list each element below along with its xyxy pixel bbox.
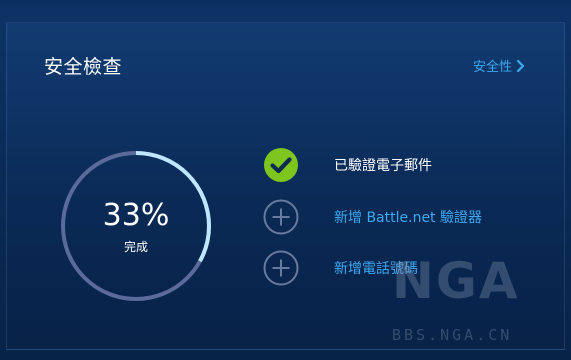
security-link-label: 安全性 (472, 60, 512, 75)
security-settings-link[interactable]: 安全性 (473, 56, 525, 75)
chevron-right-icon (516, 59, 525, 72)
checklist-item-email-verified: 已驗證電子郵件 (263, 147, 432, 183)
checklist-item-add-authenticator[interactable]: 新增 Battle.net 驗證器 (263, 199, 482, 235)
checklist-item-label: 已驗證電子郵件 (334, 158, 432, 174)
plus-circle-icon (263, 199, 299, 235)
completion-progress-ring: 33% 完成 (60, 150, 212, 302)
completion-percent: 33% (102, 198, 170, 233)
security-check-window: 安全檢查 安全性 33% 完成 已驗證電子郵件 新增 Battle.net 驗證… (0, 0, 571, 360)
checklist-item-add-phone[interactable]: 新增電話號碼 (263, 250, 418, 286)
top-strip (0, 0, 571, 14)
plus-circle-icon (263, 250, 299, 286)
completion-status-label: 完成 (123, 240, 148, 254)
page-title: 安全檢查 (44, 56, 123, 78)
checklist-item-label[interactable]: 新增電話號碼 (334, 258, 418, 278)
checklist-item-label[interactable]: 新增 Battle.net 驗證器 (334, 207, 482, 227)
checkmark-circle-icon (264, 148, 298, 182)
